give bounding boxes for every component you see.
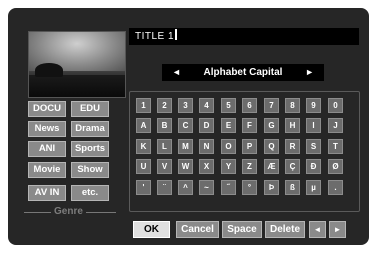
keyboard-key[interactable]: 2: [157, 98, 172, 113]
keyboard-key[interactable]: 9: [306, 98, 321, 113]
genre-button[interactable]: Show: [71, 162, 109, 178]
genre-button[interactable]: AV IN: [28, 185, 66, 201]
keyboard-key[interactable]: F: [242, 118, 257, 133]
delete-button[interactable]: Delete: [265, 221, 305, 238]
keyboard-key[interactable]: W: [178, 159, 193, 174]
title-thumbnail-image: [28, 31, 126, 98]
keyboard-key[interactable]: 5: [221, 98, 236, 113]
cancel-button[interactable]: Cancel: [176, 221, 219, 238]
keyboard-key[interactable]: Ð: [306, 159, 321, 174]
keyboard-key[interactable]: B: [157, 118, 172, 133]
genre-button[interactable]: Drama: [71, 121, 109, 137]
keyboard-key[interactable]: Y: [221, 159, 236, 174]
keyboard-key[interactable]: P: [242, 139, 257, 154]
keyboard-key[interactable]: N: [199, 139, 214, 154]
cursor-left-button[interactable]: ◄: [309, 221, 326, 238]
keyboard-key[interactable]: Q: [264, 139, 279, 154]
keyboard-key[interactable]: R: [285, 139, 300, 154]
cursor-right-button[interactable]: ►: [329, 221, 346, 238]
ok-button[interactable]: OK: [133, 221, 170, 238]
character-mode-label: Alphabet Capital: [203, 67, 283, 78]
title-input-text: TITLE 1: [135, 31, 175, 42]
text-caret: [175, 29, 178, 40]
keyboard-key[interactable]: L: [157, 139, 172, 154]
genre-button[interactable]: EDU: [71, 101, 109, 117]
genre-button[interactable]: etc.: [71, 185, 109, 201]
keyboard-key[interactable]: H: [285, 118, 300, 133]
keyboard-key[interactable]: J: [328, 118, 343, 133]
keyboard-key[interactable]: G: [264, 118, 279, 133]
keyboard-key[interactable]: U: [136, 159, 151, 174]
genre-label: Genre: [51, 206, 86, 217]
keyboard-key[interactable]: ': [136, 180, 151, 195]
genre-button[interactable]: Movie: [28, 162, 66, 178]
keyboard-key[interactable]: C: [178, 118, 193, 133]
keyboard-key[interactable]: Æ: [264, 159, 279, 174]
keyboard-key[interactable]: .: [328, 180, 343, 195]
keyboard-key[interactable]: µ: [306, 180, 321, 195]
keyboard-key[interactable]: Þ: [264, 180, 279, 195]
keyboard-key[interactable]: X: [199, 159, 214, 174]
keyboard-key[interactable]: A: [136, 118, 151, 133]
keyboard-key[interactable]: 7: [264, 98, 279, 113]
keyboard-key[interactable]: K: [136, 139, 151, 154]
title-input-field[interactable]: TITLE 1: [129, 28, 359, 45]
keyboard-key[interactable]: T: [328, 139, 343, 154]
keyboard-key[interactable]: S: [306, 139, 321, 154]
keyboard-key[interactable]: D: [199, 118, 214, 133]
keyboard-key[interactable]: 8: [285, 98, 300, 113]
genre-button[interactable]: ANI: [28, 141, 66, 157]
character-mode-selector[interactable]: ◄ Alphabet Capital ►: [162, 64, 324, 81]
keyboard-key[interactable]: 3: [178, 98, 193, 113]
keyboard-key[interactable]: ^: [178, 180, 193, 195]
keyboard-key[interactable]: ~: [199, 180, 214, 195]
keyboard-key[interactable]: E: [221, 118, 236, 133]
keyboard-key[interactable]: ˝: [221, 180, 236, 195]
keyboard-key[interactable]: V: [157, 159, 172, 174]
keyboard-key[interactable]: Z: [242, 159, 257, 174]
space-button[interactable]: Space: [222, 221, 262, 238]
mode-next-arrow-icon[interactable]: ►: [305, 64, 314, 81]
keyboard-key[interactable]: 0: [328, 98, 343, 113]
genre-button[interactable]: News: [28, 121, 66, 137]
keyboard-key[interactable]: 4: [199, 98, 214, 113]
keyboard-key[interactable]: M: [178, 139, 193, 154]
keyboard-key[interactable]: 6: [242, 98, 257, 113]
keyboard-key[interactable]: 1: [136, 98, 151, 113]
keyboard-key[interactable]: Ç: [285, 159, 300, 174]
keyboard-key[interactable]: Ø: [328, 159, 343, 174]
genre-button[interactable]: Sports: [71, 141, 109, 157]
genre-button[interactable]: DOCU: [28, 101, 66, 117]
keyboard-key[interactable]: ß: [285, 180, 300, 195]
mode-prev-arrow-icon[interactable]: ◄: [172, 64, 181, 81]
keyboard-key[interactable]: I: [306, 118, 321, 133]
keyboard-key[interactable]: ¨: [157, 180, 172, 195]
keyboard-key[interactable]: °: [242, 180, 257, 195]
keyboard-key[interactable]: O: [221, 139, 236, 154]
